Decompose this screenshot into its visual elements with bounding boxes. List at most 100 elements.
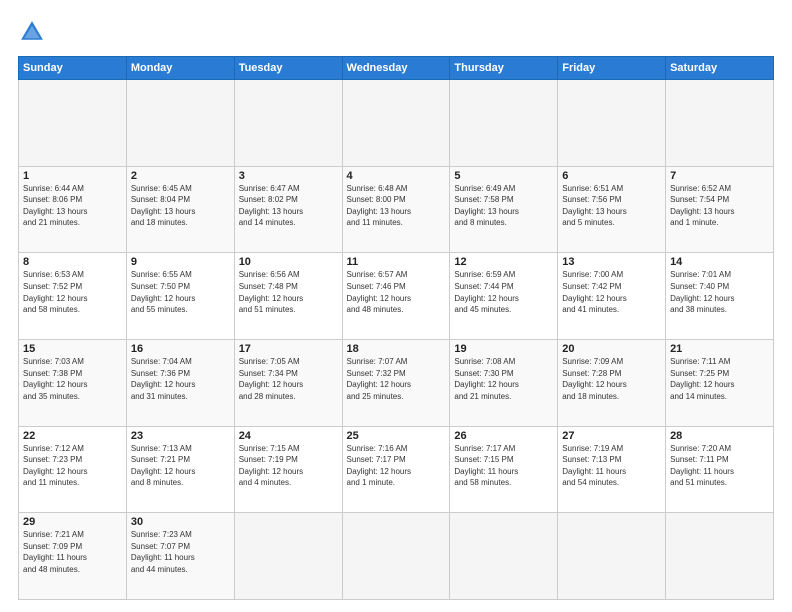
col-header-sunday: Sunday bbox=[19, 57, 127, 80]
week-row-2: 8Sunrise: 6:53 AM Sunset: 7:52 PM Daylig… bbox=[19, 253, 774, 340]
day-info: Sunrise: 6:52 AM Sunset: 7:54 PM Dayligh… bbox=[670, 183, 769, 229]
day-cell: 27Sunrise: 7:19 AM Sunset: 7:13 PM Dayli… bbox=[558, 426, 666, 513]
day-number: 28 bbox=[670, 430, 769, 442]
day-cell bbox=[558, 513, 666, 600]
col-header-thursday: Thursday bbox=[450, 57, 558, 80]
day-cell: 13Sunrise: 7:00 AM Sunset: 7:42 PM Dayli… bbox=[558, 253, 666, 340]
day-info: Sunrise: 7:00 AM Sunset: 7:42 PM Dayligh… bbox=[562, 269, 661, 315]
day-info: Sunrise: 7:20 AM Sunset: 7:11 PM Dayligh… bbox=[670, 443, 769, 489]
day-cell: 22Sunrise: 7:12 AM Sunset: 7:23 PM Dayli… bbox=[19, 426, 127, 513]
week-row-3: 15Sunrise: 7:03 AM Sunset: 7:38 PM Dayli… bbox=[19, 339, 774, 426]
col-header-monday: Monday bbox=[126, 57, 234, 80]
day-cell: 10Sunrise: 6:56 AM Sunset: 7:48 PM Dayli… bbox=[234, 253, 342, 340]
day-info: Sunrise: 7:07 AM Sunset: 7:32 PM Dayligh… bbox=[347, 356, 446, 402]
day-info: Sunrise: 6:57 AM Sunset: 7:46 PM Dayligh… bbox=[347, 269, 446, 315]
day-number: 14 bbox=[670, 256, 769, 268]
day-number: 18 bbox=[347, 343, 446, 355]
day-cell: 29Sunrise: 7:21 AM Sunset: 7:09 PM Dayli… bbox=[19, 513, 127, 600]
day-info: Sunrise: 6:49 AM Sunset: 7:58 PM Dayligh… bbox=[454, 183, 553, 229]
day-cell: 18Sunrise: 7:07 AM Sunset: 7:32 PM Dayli… bbox=[342, 339, 450, 426]
day-cell: 11Sunrise: 6:57 AM Sunset: 7:46 PM Dayli… bbox=[342, 253, 450, 340]
day-cell bbox=[450, 513, 558, 600]
day-number: 24 bbox=[239, 430, 338, 442]
day-info: Sunrise: 6:55 AM Sunset: 7:50 PM Dayligh… bbox=[131, 269, 230, 315]
day-number: 3 bbox=[239, 170, 338, 182]
day-number: 27 bbox=[562, 430, 661, 442]
day-info: Sunrise: 7:17 AM Sunset: 7:15 PM Dayligh… bbox=[454, 443, 553, 489]
day-number: 25 bbox=[347, 430, 446, 442]
day-cell bbox=[342, 80, 450, 167]
day-cell bbox=[450, 80, 558, 167]
day-number: 9 bbox=[131, 256, 230, 268]
day-cell: 23Sunrise: 7:13 AM Sunset: 7:21 PM Dayli… bbox=[126, 426, 234, 513]
day-number: 29 bbox=[23, 516, 122, 528]
day-info: Sunrise: 7:04 AM Sunset: 7:36 PM Dayligh… bbox=[131, 356, 230, 402]
logo-icon bbox=[18, 18, 46, 46]
day-cell: 21Sunrise: 7:11 AM Sunset: 7:25 PM Dayli… bbox=[666, 339, 774, 426]
day-number: 20 bbox=[562, 343, 661, 355]
col-header-wednesday: Wednesday bbox=[342, 57, 450, 80]
day-number: 2 bbox=[131, 170, 230, 182]
day-info: Sunrise: 6:45 AM Sunset: 8:04 PM Dayligh… bbox=[131, 183, 230, 229]
day-number: 6 bbox=[562, 170, 661, 182]
day-cell: 25Sunrise: 7:16 AM Sunset: 7:17 PM Dayli… bbox=[342, 426, 450, 513]
week-row-4: 22Sunrise: 7:12 AM Sunset: 7:23 PM Dayli… bbox=[19, 426, 774, 513]
day-number: 17 bbox=[239, 343, 338, 355]
day-cell: 19Sunrise: 7:08 AM Sunset: 7:30 PM Dayli… bbox=[450, 339, 558, 426]
day-number: 12 bbox=[454, 256, 553, 268]
calendar-table: SundayMondayTuesdayWednesdayThursdayFrid… bbox=[18, 56, 774, 600]
day-number: 30 bbox=[131, 516, 230, 528]
day-cell: 2Sunrise: 6:45 AM Sunset: 8:04 PM Daylig… bbox=[126, 166, 234, 253]
week-row-0 bbox=[19, 80, 774, 167]
day-number: 26 bbox=[454, 430, 553, 442]
week-row-1: 1Sunrise: 6:44 AM Sunset: 8:06 PM Daylig… bbox=[19, 166, 774, 253]
day-number: 5 bbox=[454, 170, 553, 182]
day-info: Sunrise: 6:44 AM Sunset: 8:06 PM Dayligh… bbox=[23, 183, 122, 229]
day-number: 10 bbox=[239, 256, 338, 268]
day-info: Sunrise: 7:21 AM Sunset: 7:09 PM Dayligh… bbox=[23, 529, 122, 575]
day-cell: 9Sunrise: 6:55 AM Sunset: 7:50 PM Daylig… bbox=[126, 253, 234, 340]
day-number: 21 bbox=[670, 343, 769, 355]
day-info: Sunrise: 7:03 AM Sunset: 7:38 PM Dayligh… bbox=[23, 356, 122, 402]
col-header-friday: Friday bbox=[558, 57, 666, 80]
day-cell bbox=[666, 80, 774, 167]
day-info: Sunrise: 7:12 AM Sunset: 7:23 PM Dayligh… bbox=[23, 443, 122, 489]
day-info: Sunrise: 7:23 AM Sunset: 7:07 PM Dayligh… bbox=[131, 529, 230, 575]
day-number: 4 bbox=[347, 170, 446, 182]
day-info: Sunrise: 6:59 AM Sunset: 7:44 PM Dayligh… bbox=[454, 269, 553, 315]
day-info: Sunrise: 7:09 AM Sunset: 7:28 PM Dayligh… bbox=[562, 356, 661, 402]
day-number: 19 bbox=[454, 343, 553, 355]
day-cell: 1Sunrise: 6:44 AM Sunset: 8:06 PM Daylig… bbox=[19, 166, 127, 253]
day-number: 13 bbox=[562, 256, 661, 268]
day-info: Sunrise: 6:51 AM Sunset: 7:56 PM Dayligh… bbox=[562, 183, 661, 229]
day-cell: 28Sunrise: 7:20 AM Sunset: 7:11 PM Dayli… bbox=[666, 426, 774, 513]
day-info: Sunrise: 6:56 AM Sunset: 7:48 PM Dayligh… bbox=[239, 269, 338, 315]
day-cell: 5Sunrise: 6:49 AM Sunset: 7:58 PM Daylig… bbox=[450, 166, 558, 253]
day-info: Sunrise: 7:16 AM Sunset: 7:17 PM Dayligh… bbox=[347, 443, 446, 489]
day-cell: 3Sunrise: 6:47 AM Sunset: 8:02 PM Daylig… bbox=[234, 166, 342, 253]
day-number: 15 bbox=[23, 343, 122, 355]
day-cell: 24Sunrise: 7:15 AM Sunset: 7:19 PM Dayli… bbox=[234, 426, 342, 513]
logo bbox=[18, 18, 50, 46]
day-number: 23 bbox=[131, 430, 230, 442]
day-number: 11 bbox=[347, 256, 446, 268]
col-header-tuesday: Tuesday bbox=[234, 57, 342, 80]
day-number: 16 bbox=[131, 343, 230, 355]
day-number: 7 bbox=[670, 170, 769, 182]
day-info: Sunrise: 7:15 AM Sunset: 7:19 PM Dayligh… bbox=[239, 443, 338, 489]
day-info: Sunrise: 7:11 AM Sunset: 7:25 PM Dayligh… bbox=[670, 356, 769, 402]
day-cell: 8Sunrise: 6:53 AM Sunset: 7:52 PM Daylig… bbox=[19, 253, 127, 340]
day-number: 22 bbox=[23, 430, 122, 442]
col-header-saturday: Saturday bbox=[666, 57, 774, 80]
day-cell: 16Sunrise: 7:04 AM Sunset: 7:36 PM Dayli… bbox=[126, 339, 234, 426]
day-cell bbox=[666, 513, 774, 600]
day-cell: 6Sunrise: 6:51 AM Sunset: 7:56 PM Daylig… bbox=[558, 166, 666, 253]
day-cell: 20Sunrise: 7:09 AM Sunset: 7:28 PM Dayli… bbox=[558, 339, 666, 426]
header bbox=[18, 18, 774, 46]
day-cell: 12Sunrise: 6:59 AM Sunset: 7:44 PM Dayli… bbox=[450, 253, 558, 340]
day-number: 8 bbox=[23, 256, 122, 268]
day-cell bbox=[234, 80, 342, 167]
day-info: Sunrise: 6:53 AM Sunset: 7:52 PM Dayligh… bbox=[23, 269, 122, 315]
day-cell bbox=[19, 80, 127, 167]
day-cell: 14Sunrise: 7:01 AM Sunset: 7:40 PM Dayli… bbox=[666, 253, 774, 340]
